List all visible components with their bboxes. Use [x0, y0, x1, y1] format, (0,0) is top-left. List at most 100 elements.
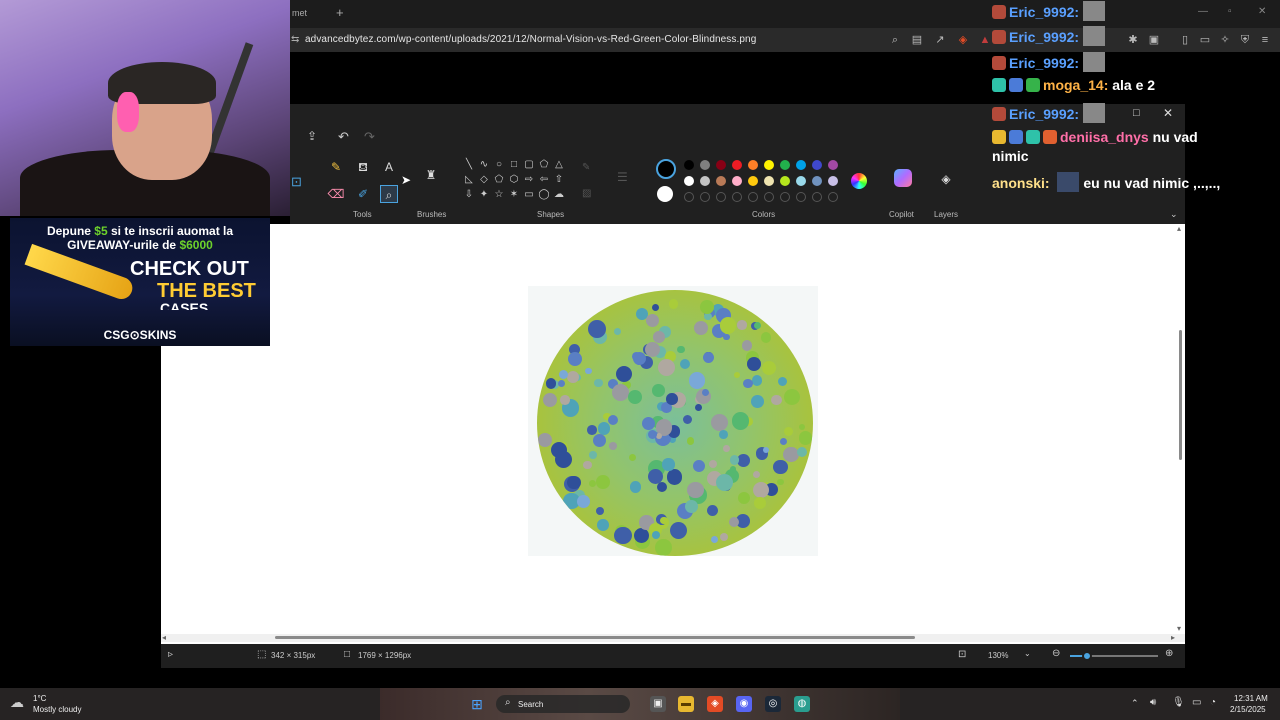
diamond-shape-icon[interactable]: ◇ [478, 174, 490, 186]
layers-icon[interactable]: ◈ [937, 170, 955, 188]
color-swatch[interactable] [732, 160, 742, 170]
rectangle-shape-icon[interactable]: □ [508, 159, 520, 171]
color-swatch[interactable] [748, 160, 758, 170]
color-swatch[interactable] [812, 160, 822, 170]
left-arrow-shape-icon[interactable]: ⇦ [538, 174, 550, 186]
custom-color-slot[interactable] [796, 192, 806, 202]
url-text[interactable]: advancedbytez.com/wp-content/uploads/202… [305, 34, 756, 45]
color-swatch[interactable] [780, 160, 790, 170]
pentagon-shape-icon[interactable]: ⬠ [493, 174, 505, 186]
task-view-icon[interactable]: ▣ [650, 696, 666, 712]
custom-color-slot[interactable] [748, 192, 758, 202]
color-swatch[interactable] [796, 160, 806, 170]
chevron-down-icon[interactable]: ⌄ [1024, 649, 1031, 658]
discord-icon[interactable]: ◉ [736, 696, 752, 712]
maximize-icon[interactable]: ▫ [1228, 6, 1232, 17]
vpn-icon[interactable]: ⛨ [1238, 33, 1252, 47]
copilot-icon[interactable] [894, 169, 912, 187]
callout-shape-icon[interactable]: ▭ [523, 189, 535, 201]
line-shape-icon[interactable]: ╲ [463, 159, 475, 171]
scroll-right-arrow-icon[interactable]: ▸ [1171, 633, 1175, 642]
tab-search-icon[interactable]: ▣ [1147, 33, 1161, 47]
undo-icon[interactable]: ↶ [338, 129, 349, 145]
color-swatch[interactable] [828, 160, 838, 170]
rounded-rectangle-shape-icon[interactable]: ▢ [523, 159, 535, 171]
maximize-icon[interactable]: □ [1133, 107, 1140, 119]
curve-shape-icon[interactable]: ∿ [478, 159, 490, 171]
weather-cloud-icon[interactable]: ☁ [10, 694, 24, 711]
cloud-callout-shape-icon[interactable]: ☁ [553, 189, 565, 201]
scroll-up-arrow-icon[interactable]: ▴ [1177, 224, 1181, 233]
menu-icon[interactable]: ≡ [1258, 33, 1272, 47]
color-swatch[interactable] [700, 176, 710, 186]
taskbar-search-label[interactable]: Search [518, 700, 543, 709]
color-swatch[interactable] [684, 176, 694, 186]
show-hidden-icons-chevron-icon[interactable]: ⌃ [1131, 698, 1139, 709]
color-swatch[interactable] [780, 176, 790, 186]
new-tab-button[interactable]: + [336, 5, 344, 20]
custom-color-slot[interactable] [716, 192, 726, 202]
shapes-gallery[interactable]: ╲ ∿ ○ □ ▢ ⬠ △ ◺ ◇ ⬠ ⬡ ⇨ ⇦ ⇧ ⇩ ✦ ☆ ✶ ▭ ◯ … [463, 159, 573, 209]
outline-icon[interactable]: ✎ [582, 162, 590, 173]
leo-ai-icon[interactable]: ✧ [1218, 33, 1232, 47]
text-icon[interactable]: A [380, 158, 398, 176]
brave-browser-icon[interactable]: ◈ [707, 696, 723, 712]
four-point-star-shape-icon[interactable]: ✦ [478, 189, 490, 201]
color-swatch[interactable] [828, 176, 838, 186]
custom-color-slot[interactable] [780, 192, 790, 202]
fit-to-window-icon[interactable]: ⊡ [958, 649, 966, 660]
custom-color-slot[interactable] [732, 192, 742, 202]
color-swatch[interactable] [812, 176, 822, 186]
polygon-shape-icon[interactable]: ⬠ [538, 159, 550, 171]
color-swatch[interactable] [700, 160, 710, 170]
primary-color-swatch[interactable] [656, 159, 676, 179]
wifi-icon[interactable]: ◔ [1210, 697, 1216, 708]
microphone-icon[interactable]: 🎙︎ [1172, 697, 1185, 708]
color-swatch[interactable] [684, 160, 694, 170]
clock-time[interactable]: 12:31 AM [1234, 694, 1268, 703]
close-icon[interactable]: ✕ [1163, 106, 1173, 120]
color-swatch[interactable] [716, 176, 726, 186]
weather-temperature[interactable]: 1°C [33, 694, 46, 703]
zoom-slider[interactable] [1070, 651, 1158, 661]
color-swatch[interactable] [796, 176, 806, 186]
down-arrow-shape-icon[interactable]: ⇩ [463, 189, 475, 201]
oval-callout-shape-icon[interactable]: ◯ [538, 189, 550, 201]
taskbar-search-box[interactable] [496, 695, 630, 713]
brave-shields-icon[interactable]: ◈ [956, 33, 970, 47]
fill-style-icon[interactable]: ▨ [582, 188, 591, 199]
triangle-shape-icon[interactable]: △ [553, 159, 565, 171]
wallet-icon[interactable]: ▭ [1198, 33, 1212, 47]
five-point-star-shape-icon[interactable]: ☆ [493, 189, 505, 201]
oval-shape-icon[interactable]: ○ [493, 159, 505, 171]
custom-color-slot[interactable] [828, 192, 838, 202]
brush-icon[interactable]: ♜ [422, 166, 440, 184]
chevron-down-icon[interactable]: ⌄ [1170, 209, 1178, 220]
browser-tab[interactable]: met [292, 8, 307, 18]
vertical-scroll-thumb[interactable] [1179, 330, 1182, 460]
volume-icon[interactable]: 🔊︎ [1150, 697, 1156, 708]
network-icon[interactable]: ▭ [1192, 697, 1201, 708]
zoom-slider-thumb[interactable] [1082, 651, 1092, 661]
share-icon[interactable]: ⇪ [307, 129, 317, 143]
color-swatch[interactable] [764, 176, 774, 186]
size-icon[interactable]: ☰ [617, 170, 628, 184]
right-triangle-shape-icon[interactable]: ◺ [463, 174, 475, 186]
color-picker-icon[interactable]: ✐ [354, 185, 372, 203]
color-swatch[interactable] [716, 160, 726, 170]
custom-color-slot[interactable] [684, 192, 694, 202]
custom-color-slot[interactable] [764, 192, 774, 202]
zoom-in-icon[interactable]: ⊕ [1165, 648, 1173, 659]
zoom-out-icon[interactable]: ⊖ [1052, 648, 1060, 659]
rewards-icon[interactable]: ▲ [978, 33, 992, 47]
crop-image-icon[interactable]: ⊡ [291, 174, 302, 190]
search-icon[interactable]: ⌕ [505, 697, 511, 708]
minimize-icon[interactable]: — [1198, 6, 1208, 17]
zoom-level-select[interactable]: 130% [988, 651, 1008, 660]
eraser-icon[interactable]: ⌫ [327, 185, 345, 203]
weather-description[interactable]: Mostly cloudy [33, 705, 81, 714]
custom-color-slot[interactable] [812, 192, 822, 202]
share-icon[interactable]: ↗ [933, 33, 947, 47]
up-arrow-shape-icon[interactable]: ⇧ [553, 174, 565, 186]
close-icon[interactable]: ✕ [1258, 6, 1266, 17]
